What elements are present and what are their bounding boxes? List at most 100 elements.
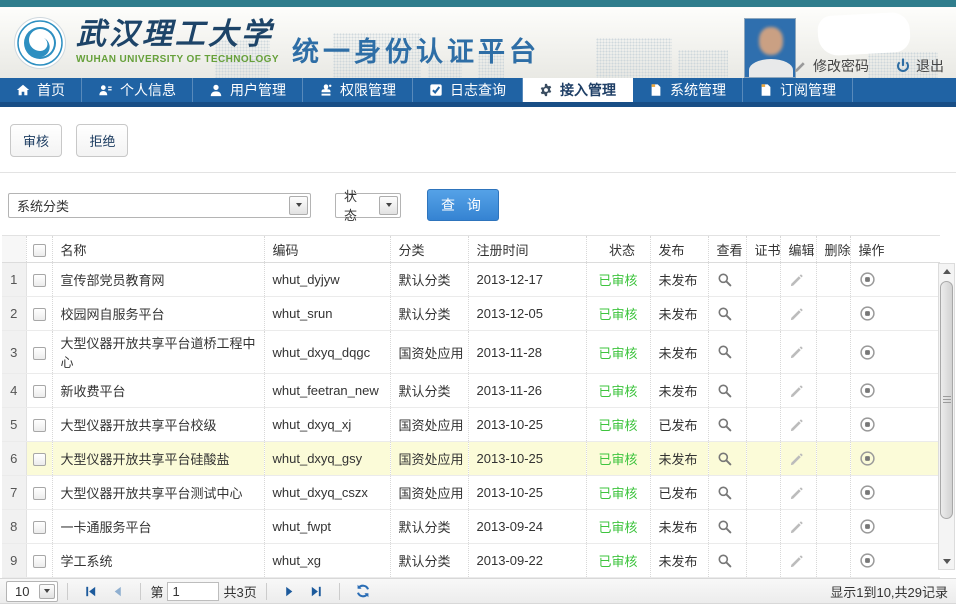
page-title: 统一身份认证平台 [292, 30, 540, 69]
cell-name: 宣传部党员教育网 [52, 263, 264, 297]
audit-button[interactable]: 审核 [10, 124, 62, 157]
row-checkbox[interactable] [33, 308, 46, 321]
edit-icon[interactable] [789, 345, 804, 360]
edit-icon[interactable] [789, 307, 804, 322]
status-dropdown-button[interactable] [379, 196, 398, 215]
nav-tab-home[interactable]: 首页 [0, 78, 82, 102]
operation-icon[interactable] [859, 271, 876, 288]
edit-icon[interactable] [789, 486, 804, 501]
operation-icon[interactable] [859, 382, 876, 399]
user-avatar[interactable] [744, 18, 796, 78]
nav-tab-system[interactable]: 系统管理 [633, 78, 743, 102]
scroll-down-arrow[interactable] [939, 554, 954, 569]
last-page-button[interactable] [309, 584, 324, 599]
cell-delete [816, 510, 850, 544]
row-checkbox[interactable] [33, 347, 46, 360]
edit-icon[interactable] [789, 554, 804, 569]
row-checkbox[interactable] [33, 555, 46, 568]
nav-tab-label: 日志查询 [450, 80, 506, 100]
cell-cert [746, 297, 780, 331]
pager-separator [140, 583, 141, 600]
cell-cert [746, 374, 780, 408]
row-checkbox[interactable] [33, 419, 46, 432]
view-icon[interactable] [717, 272, 733, 288]
view-icon[interactable] [717, 417, 733, 433]
cell-operation [850, 331, 940, 374]
operation-icon[interactable] [859, 305, 876, 322]
view-icon[interactable] [717, 485, 733, 501]
view-icon[interactable] [717, 519, 733, 535]
cell-status: 已审核 [586, 476, 650, 510]
change-password-link[interactable]: 修改密码 [793, 56, 869, 76]
search-button[interactable]: 查 询 [427, 189, 499, 221]
scrollbar-grip [943, 396, 951, 404]
operation-icon[interactable] [859, 344, 876, 361]
nav-tab-permissions[interactable]: 权限管理 [303, 78, 413, 102]
row-checkbox[interactable] [33, 274, 46, 287]
logout-link[interactable]: 退出 [895, 56, 944, 76]
top-accent-strip [0, 0, 956, 8]
scrollbar-thumb[interactable] [940, 281, 953, 519]
university-name-block: 武汉理工大学 WUHAN UNIVERSITY OF TECHNOLOGY [76, 18, 279, 65]
edit-icon[interactable] [789, 384, 804, 399]
power-icon [895, 58, 911, 74]
category-dropdown-button[interactable] [289, 196, 308, 215]
table-scrollbar[interactable] [938, 263, 955, 570]
col-status: 状态 [586, 236, 650, 263]
nav-tab-users[interactable]: 用户管理 [193, 78, 303, 102]
col-delete: 删除 [816, 236, 850, 263]
operation-icon[interactable] [859, 518, 876, 535]
nav-tab-subscriptions[interactable]: 订阅管理 [743, 78, 853, 102]
cell-cert [746, 442, 780, 476]
prev-page-button[interactable] [110, 584, 125, 599]
operation-icon[interactable] [859, 416, 876, 433]
refresh-button[interactable] [355, 583, 371, 599]
view-icon[interactable] [717, 306, 733, 322]
view-icon[interactable] [717, 451, 733, 467]
nav-tab-label: 权限管理 [340, 80, 396, 100]
page-number-input[interactable] [167, 582, 219, 601]
row-checkbox[interactable] [33, 521, 46, 534]
scroll-up-arrow[interactable] [939, 264, 954, 279]
next-page-button[interactable] [282, 584, 297, 599]
cell-view [708, 510, 746, 544]
redacted-username [817, 12, 911, 57]
cell-category: 默认分类 [390, 374, 468, 408]
row-checkbox[interactable] [33, 487, 46, 500]
cell-regtime: 2013-10-25 [468, 408, 586, 442]
cell-regtime: 2013-12-05 [468, 297, 586, 331]
status-select[interactable]: 状态 [335, 193, 401, 218]
edit-icon[interactable] [789, 520, 804, 535]
edit-icon[interactable] [789, 452, 804, 467]
first-page-button[interactable] [83, 584, 98, 599]
nav-tab-profile[interactable]: 个人信息 [82, 78, 193, 102]
nav-tab-label: 系统管理 [670, 80, 726, 100]
view-icon[interactable] [717, 553, 733, 569]
reject-button[interactable]: 拒绝 [76, 124, 128, 157]
chevron-down-icon [44, 589, 50, 593]
triangle-down-icon [943, 559, 951, 564]
view-icon[interactable] [717, 383, 733, 399]
nav-tab-label: 个人信息 [120, 80, 176, 100]
page-size-dropdown-button[interactable] [39, 584, 55, 599]
nav-tab-access[interactable]: 接入管理 [523, 78, 633, 102]
edit-icon[interactable] [789, 418, 804, 433]
edit-icon[interactable] [789, 273, 804, 288]
operation-icon[interactable] [859, 552, 876, 569]
row-checkbox[interactable] [33, 453, 46, 466]
operation-icon[interactable] [859, 484, 876, 501]
category-select[interactable]: 系统分类 [8, 193, 311, 218]
nav-tab-logs[interactable]: 日志查询 [413, 78, 523, 102]
avatar-face [759, 27, 783, 55]
operation-icon[interactable] [859, 450, 876, 467]
cell-view [708, 476, 746, 510]
cell-delete [816, 263, 850, 297]
nav-filler [853, 78, 956, 102]
cell-view [708, 408, 746, 442]
cell-delete [816, 442, 850, 476]
select-all-checkbox[interactable] [33, 244, 46, 257]
page-size-select[interactable]: 10 [6, 581, 58, 602]
view-icon[interactable] [717, 344, 733, 360]
row-checkbox[interactable] [33, 385, 46, 398]
cell-operation [850, 442, 940, 476]
